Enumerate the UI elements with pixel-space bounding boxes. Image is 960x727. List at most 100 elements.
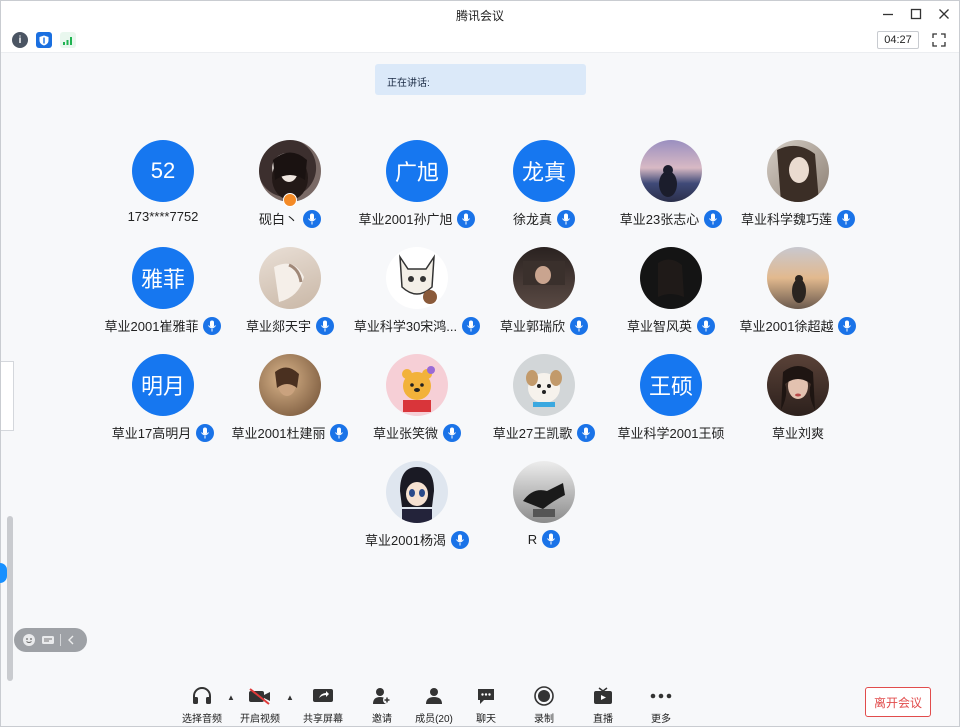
chat-icon [478, 689, 494, 704]
participant-name: 草业2001杜建丽 [231, 426, 326, 441]
microphone-icon[interactable] [542, 530, 561, 548]
more-button[interactable]: 更多 [636, 685, 686, 725]
participant-tile[interactable]: 草业2001徐超越 [708, 247, 888, 347]
audio-label: 选择音频 [182, 714, 222, 725]
avatar [513, 461, 575, 523]
video-label: 开启视频 [240, 714, 280, 725]
share-screen-icon [313, 689, 333, 702]
chat-button[interactable]: 聊天 [461, 685, 511, 725]
avatar [767, 247, 829, 309]
chat-label: 聊天 [476, 714, 496, 725]
headset-icon [193, 687, 211, 704]
side-panel-edge[interactable] [1, 361, 14, 431]
participant-name: 草业刘爽 [771, 426, 824, 441]
participant-name: 草业2001徐超越 [739, 319, 834, 334]
participant-tile[interactable]: 草业科学魏巧莲 [708, 140, 888, 240]
avatar: 52 [132, 140, 194, 202]
microphone-icon[interactable] [557, 209, 575, 228]
reaction-bar[interactable] [14, 628, 87, 652]
avatar [767, 354, 829, 416]
participant-name: 草业2001杨渴 [365, 533, 446, 548]
participant-name: 砚白丶 [258, 212, 298, 227]
more-label: 更多 [651, 714, 671, 725]
avatar: 广旭 [386, 140, 448, 202]
participant-name: R [527, 531, 538, 547]
members-icon [426, 688, 442, 704]
participant-name: 草业郭瑞欣 [499, 319, 565, 334]
live-label: 直播 [593, 714, 613, 725]
more-icon [650, 693, 672, 699]
record-icon [534, 686, 554, 706]
maximize-button[interactable] [905, 4, 927, 24]
meeting-window: 腾讯会议 i 04:27 正在讲话: 52 173****7752 砚白丶 广旭… [0, 0, 960, 727]
video-off-icon [249, 688, 270, 705]
minimize-button[interactable] [877, 4, 899, 24]
avatar [386, 461, 448, 523]
participant-name: 草业2001孙广旭 [358, 212, 453, 227]
participant-name: 草业郯天宇 [245, 319, 311, 334]
info-icon[interactable]: i [12, 32, 28, 48]
participant-name: 草业科学魏巧莲 [740, 212, 832, 227]
members-label: 成员(20) [415, 714, 453, 725]
speaking-indicator: 正在讲话: [375, 64, 586, 95]
avatar [640, 140, 702, 202]
participant-name: 草业17高明月 [111, 426, 192, 441]
minimize-icon [883, 13, 893, 16]
live-stream-icon [594, 687, 612, 704]
microphone-icon[interactable] [837, 209, 855, 228]
meeting-timer: 04:27 [877, 31, 919, 49]
avatar [259, 354, 321, 416]
avatar [640, 247, 702, 309]
signal-strength-icon[interactable] [60, 32, 76, 48]
emoji-icon [23, 634, 35, 646]
record-button[interactable]: 录制 [519, 685, 569, 725]
microphone-icon[interactable] [838, 316, 857, 335]
window-title: 腾讯会议 [455, 9, 504, 23]
security-shield-icon[interactable] [36, 32, 52, 48]
host-icon [283, 193, 297, 207]
microphone-icon[interactable] [303, 209, 321, 228]
share-screen-button[interactable]: 共享屏幕 [298, 685, 348, 725]
participant-tile[interactable]: R [454, 461, 634, 561]
video-button[interactable]: 开启视频 [235, 685, 285, 725]
share-screen-label: 共享屏幕 [303, 714, 343, 725]
participant-tile[interactable]: 草业刘爽 [708, 354, 888, 454]
participant-name: 草业27王凯歌 [492, 426, 573, 441]
invite-button[interactable]: 邀请 [357, 685, 407, 725]
maximize-icon [910, 8, 922, 20]
live-button[interactable]: 直播 [578, 685, 628, 725]
audio-button[interactable]: 选择音频 [177, 685, 227, 725]
video-options-caret[interactable]: ▲ [286, 693, 296, 703]
avatar [513, 247, 575, 309]
participant-name: 草业2001崔雅菲 [104, 319, 199, 334]
avatar [386, 354, 448, 416]
scrollbar[interactable] [7, 516, 13, 681]
participant-name: 草业23张志心 [619, 212, 700, 227]
avatar: 雅菲 [132, 247, 194, 309]
close-icon [939, 9, 949, 19]
participant-name: 草业智风英 [626, 319, 692, 334]
avatar [767, 140, 829, 202]
title-bar: 腾讯会议 [1, 1, 959, 27]
meeting-info-bar: i 04:27 [1, 27, 959, 53]
avatar [259, 247, 321, 309]
participant-name: 徐龙真 [512, 212, 552, 227]
members-button[interactable]: 成员(20) [409, 685, 459, 725]
danmaku-icon [42, 636, 54, 644]
avatar: 王硕 [640, 354, 702, 416]
avatar: 龙真 [513, 140, 575, 202]
record-label: 录制 [534, 714, 554, 725]
participant-name: 草业科学30宋鸿... [353, 319, 458, 334]
leave-meeting-button[interactable]: 离开会议 [865, 687, 931, 717]
avatar: 明月 [132, 354, 194, 416]
side-indicator[interactable] [0, 563, 7, 583]
bottom-toolbar: 选择音频 ▲ 开启视频 ▲ 共享屏幕 邀请 成员(20) 聊天 录制 直播 更多 [1, 681, 959, 727]
participant-name: 草业张笑微 [372, 426, 438, 441]
invite-icon [373, 688, 391, 704]
participant-name: 173****7752 [127, 209, 199, 224]
chevron-left-icon [68, 635, 74, 645]
avatar [386, 247, 448, 309]
close-button[interactable] [933, 4, 955, 24]
invite-label: 邀请 [372, 714, 392, 725]
fullscreen-icon[interactable] [931, 32, 947, 48]
